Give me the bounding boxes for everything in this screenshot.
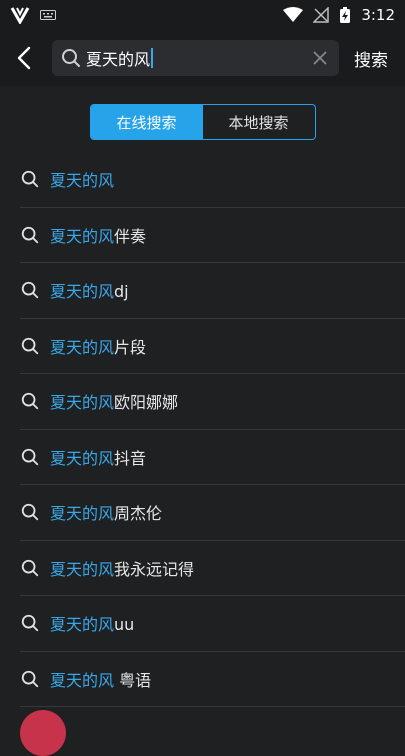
search-icon	[21, 282, 39, 299]
suggestion-item[interactable]: 夏天的风抖音	[20, 430, 405, 485]
search-submit-button[interactable]: 搜索	[345, 46, 397, 71]
app-v-icon	[10, 7, 30, 24]
suggestion-item[interactable]: 夏天的风我永远记得	[20, 541, 405, 596]
suggestion-text: 夏天的风欧阳娜娜	[50, 389, 178, 413]
suggestion-text: 夏天的风	[50, 167, 114, 191]
suggestion-match: 夏天的风	[50, 393, 115, 413]
suggestion-suffix: 抖音	[114, 448, 147, 468]
floating-player-button[interactable]	[20, 710, 66, 756]
search-icon	[21, 504, 39, 521]
suggestion-text: 夏天的风片段	[50, 334, 146, 358]
suggestion-match: 夏天的风	[50, 282, 115, 302]
suggestion-text: 夏天的风dj	[50, 278, 129, 302]
suggestion-list: 夏天的风 夏天的风伴奏 夏天的风dj 夏天的风片段 夏天的风欧阳娜娜 夏天的风抖…	[0, 152, 405, 707]
suggestion-match: 夏天的风	[50, 226, 115, 246]
wifi-icon	[283, 7, 304, 22]
search-icon	[21, 171, 39, 188]
suggestion-item[interactable]: 夏天的风uu	[20, 596, 405, 652]
back-button[interactable]	[6, 38, 42, 78]
search-icon	[21, 393, 39, 410]
suggestion-item[interactable]: 夏天的风伴奏	[20, 208, 405, 263]
suggestion-match: 夏天的风	[50, 171, 115, 191]
suggestion-match: 夏天的风	[50, 504, 115, 524]
suggestion-suffix: uu	[114, 615, 135, 635]
tab-local-search[interactable]: 本地搜索	[203, 105, 315, 139]
suggestion-match: 夏天的风	[50, 615, 115, 635]
search-query[interactable]: 夏天的风	[86, 46, 309, 70]
search-icon	[21, 337, 39, 354]
suggestion-suffix: 欧阳娜娜	[114, 393, 179, 413]
no-signal-icon	[313, 7, 330, 23]
search-mode-toggle: 在线搜索 本地搜索	[89, 104, 316, 140]
suggestion-item[interactable]: 夏天的风	[20, 152, 405, 208]
search-top-bar: 夏天的风 搜索	[0, 30, 405, 86]
search-icon	[62, 49, 80, 67]
back-arrow-icon	[17, 46, 31, 70]
suggestion-text: 夏天的风我永远记得	[50, 556, 194, 580]
suggestion-text: 夏天的风伴奏	[50, 223, 146, 247]
status-bar: 3:12	[0, 0, 405, 30]
suggestion-match: 夏天的风	[50, 559, 115, 579]
suggestion-suffix: dj	[114, 282, 129, 302]
suggestion-item[interactable]: 夏天的风片段	[20, 319, 405, 374]
suggestion-item[interactable]: 夏天的风周杰伦	[20, 485, 405, 541]
suggestion-item[interactable]: 夏天的风欧阳娜娜	[20, 374, 405, 430]
suggestion-match: 夏天的风	[50, 670, 115, 690]
search-query-text: 夏天的风	[86, 50, 151, 69]
suggestion-suffix: 我永远记得	[114, 559, 195, 579]
suggestion-suffix: 周杰伦	[114, 504, 163, 524]
text-caret	[151, 48, 154, 68]
suggestion-text: 夏天的风uu	[50, 611, 134, 635]
search-mode-toggle-wrap: 在线搜索 本地搜索	[0, 104, 405, 140]
search-icon	[21, 226, 39, 243]
status-time: 3:12	[361, 6, 395, 24]
suggestion-item[interactable]: 夏天的风dj	[20, 263, 405, 319]
suggestion-suffix: 伴奏	[114, 226, 147, 246]
suggestion-suffix: 粤语	[114, 670, 152, 690]
keyboard-icon	[40, 10, 56, 20]
search-input[interactable]: 夏天的风	[52, 40, 339, 76]
tab-online-search[interactable]: 在线搜索	[90, 105, 203, 139]
search-icon	[21, 615, 39, 632]
search-icon	[21, 670, 39, 687]
suggestion-suffix: 片段	[114, 337, 147, 357]
suggestion-text: 夏天的风 粤语	[50, 667, 151, 691]
close-icon	[313, 51, 327, 65]
suggestion-text: 夏天的风抖音	[50, 445, 146, 469]
suggestion-item[interactable]: 夏天的风 粤语	[20, 652, 405, 707]
suggestion-match: 夏天的风	[50, 448, 115, 468]
search-icon	[21, 448, 39, 465]
suggestion-match: 夏天的风	[50, 337, 115, 357]
search-icon	[21, 559, 39, 576]
suggestion-text: 夏天的风周杰伦	[50, 500, 162, 524]
battery-charging-icon	[340, 7, 351, 23]
clear-search-button[interactable]	[309, 47, 331, 69]
